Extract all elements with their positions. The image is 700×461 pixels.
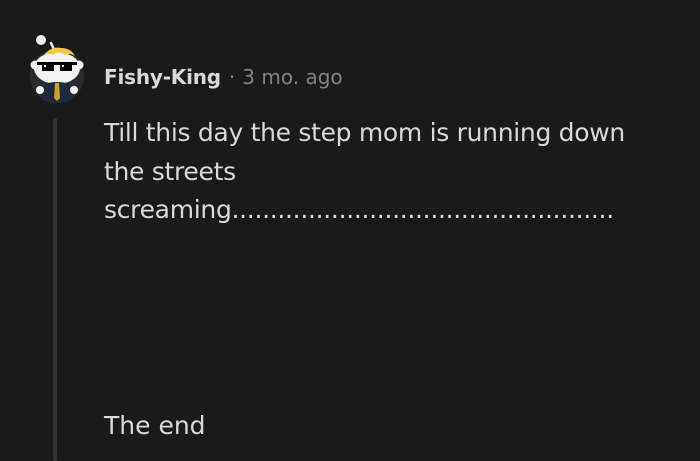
comment-timestamp[interactable]: 3 mo. ago (242, 65, 342, 89)
comment: Fishy-King · 3 mo. ago Till this day the… (0, 0, 700, 461)
comment-meta: Fishy-King · 3 mo. ago (104, 62, 343, 92)
author-name[interactable]: Fishy-King (104, 65, 221, 89)
comment-body-line: Till this day the step mom is running do… (104, 118, 625, 147)
meta-separator: · (228, 65, 236, 89)
comment-body: Till this day the step mom is running do… (104, 114, 684, 230)
snoo-avatar-with-sunglasses-icon (30, 35, 84, 103)
comment-body-line: screaming...............................… (104, 195, 614, 224)
user-avatar[interactable] (27, 34, 87, 104)
comment-ending-text: The end (104, 411, 206, 440)
comment-body-line: the streets (104, 156, 236, 186)
thread-collapse-line[interactable] (53, 118, 57, 461)
